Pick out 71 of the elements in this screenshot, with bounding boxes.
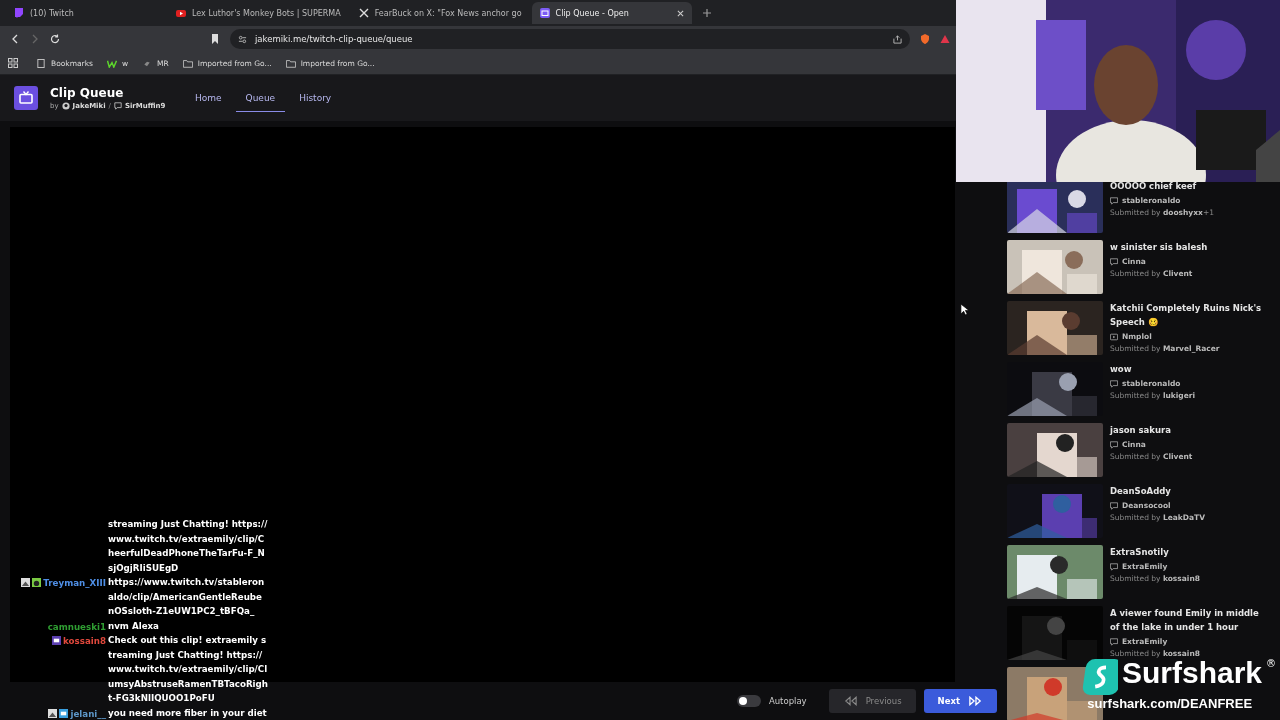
apps-grid-icon[interactable] [8,58,18,68]
shield-icon[interactable] [920,34,930,44]
image-badge-icon [21,578,31,587]
video-icon [1110,332,1118,341]
tab-title: FearBuck on X: "Fox News anchor go [374,8,522,18]
sponsor-url: surfshark.com/DEANFREE [1087,696,1253,711]
fast-forward-icon [968,696,983,706]
rewind-icon [842,696,858,706]
chat-username[interactable]: kossain8 [63,635,106,647]
sponsor-name: Surfshark [1122,658,1263,688]
cursor-icon [960,303,969,316]
chat-username[interactable]: Treyman_XIII [43,577,106,589]
share-icon[interactable] [893,34,902,44]
w-logo-icon [106,58,117,68]
address-bar[interactable]: jakemiki.me/twitch-clip-queue/queue [230,29,910,49]
clip-title[interactable]: Katchii Completely Ruins Nick's Speech 🥴 [1110,301,1270,329]
clip-title[interactable]: jason sakura [1110,423,1193,437]
x-icon [358,8,369,18]
chat-icon [113,102,122,110]
close-icon[interactable] [676,9,684,17]
clip-title[interactable]: DeanSoAddy [1110,484,1205,498]
app-title: Clip Queue [50,86,125,100]
tv-icon [539,8,550,18]
tab-title: Lex Luthor's Monkey Bots | SUPERMA [192,8,341,18]
chat-icon [1110,196,1118,205]
folder-icon [285,58,296,68]
chat-icon [1110,562,1118,571]
chat-username[interactable]: jelani__ [70,707,106,720]
chat-icon [1110,637,1118,646]
clip-title[interactable]: w sinister sis balesh [1110,240,1208,254]
browser-tab[interactable]: Clip Queue - Open [531,2,692,24]
chat-icon [1110,379,1118,388]
back-icon[interactable] [10,34,20,44]
new-tab-icon[interactable] [701,8,712,18]
next-button[interactable]: Next [923,689,997,713]
github-icon [61,102,70,110]
twitch-icon [14,8,24,18]
site-settings-icon [238,34,247,44]
chat-message: nvm Alexa [108,619,160,633]
chat-icon [1110,501,1118,510]
chat-username[interactable]: camnueski1 [47,620,106,633]
folder-icon [182,58,193,68]
cat-badge-icon [32,578,42,587]
clip-title[interactable]: A viewer found Emily in middle of the lake in under 1 hour [1110,606,1270,634]
tab-title: (10) Twitch [30,8,75,18]
registered-mark: ® [1266,658,1277,669]
chat-icon [1110,440,1118,449]
tab-title: Clip Queue - Open [555,8,630,18]
autoplay-label: Autoplay [768,696,807,706]
nav-tab[interactable]: Queue [235,84,286,112]
clip-title[interactable]: OOOOO chief keef [1110,179,1214,193]
nav-tab[interactable]: Home [185,84,232,112]
video-badge-icon [52,636,62,645]
browser-tab[interactable]: FearBuck on X: "Fox News anchor go [350,2,530,24]
browser-tab[interactable]: Lex Luthor's Monkey Bots | SUPERMA [168,2,349,24]
browser-tab[interactable]: (10) Twitch [6,2,166,24]
autoplay-toggle[interactable] [736,695,761,707]
chat-message: you need more fiber in your diet [108,706,268,720]
tv-logo-icon [14,86,38,110]
bookmark-icon[interactable] [210,34,220,44]
shark-logo-icon [1082,658,1118,696]
chat-icon [1110,257,1118,266]
clip-title[interactable]: wow [1110,362,1196,376]
reload-icon[interactable] [50,34,60,44]
youtube-icon [176,8,186,18]
nav-tab[interactable]: History [289,84,342,112]
triangle-icon[interactable] [940,34,950,44]
clip-title[interactable]: ExtraSnotily [1110,545,1200,559]
image-badge-icon [48,708,58,718]
bookmark-icon [36,58,46,68]
tv-badge-icon [59,708,69,718]
